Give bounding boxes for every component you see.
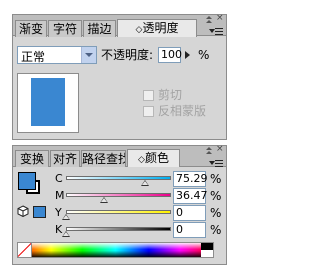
opacity-unit: % bbox=[198, 48, 210, 62]
opacity-label: 不透明度: bbox=[101, 48, 154, 62]
black-swatch[interactable] bbox=[201, 243, 213, 250]
fill-swatch[interactable] bbox=[18, 172, 36, 190]
panel-menu-icon[interactable] bbox=[209, 26, 225, 38]
panel-close-icon[interactable]: × bbox=[216, 145, 224, 154]
object-thumbnail-fill bbox=[31, 78, 65, 126]
channel-unit: % bbox=[210, 206, 222, 220]
blend-mode-value: 正常 bbox=[21, 50, 46, 64]
diamond-icon: ◇ bbox=[138, 155, 145, 165]
panel-menu-icon[interactable] bbox=[209, 158, 225, 170]
channel-label: M bbox=[55, 189, 65, 202]
tab-gradient[interactable]: 渐变 bbox=[15, 20, 47, 37]
tab-color[interactable]: ◇颜色 bbox=[127, 149, 180, 167]
panel-collapse-icon[interactable] bbox=[206, 147, 213, 154]
white-swatch[interactable] bbox=[201, 250, 213, 257]
tab-character[interactable]: 字符 bbox=[48, 20, 82, 37]
tab-align-label: 对齐 bbox=[52, 152, 77, 166]
tab-transform[interactable]: 变换 bbox=[15, 150, 49, 167]
chevron-down-icon bbox=[81, 47, 96, 63]
slider-thumb[interactable] bbox=[62, 231, 70, 237]
channel-unit: % bbox=[210, 189, 222, 203]
channel-slider[interactable] bbox=[66, 193, 171, 197]
tab-character-label: 字符 bbox=[52, 22, 77, 36]
tab-gradient-label: 渐变 bbox=[18, 22, 43, 36]
tab-stroke-label: 描边 bbox=[87, 22, 112, 36]
blend-mode-select[interactable]: 正常 bbox=[17, 46, 97, 64]
color-swatch-small[interactable] bbox=[33, 206, 46, 218]
tab-transform-label: 变换 bbox=[19, 152, 44, 166]
clip-checkbox[interactable] bbox=[143, 90, 154, 101]
clip-label: 剪切 bbox=[158, 88, 183, 102]
tab-align[interactable]: 对齐 bbox=[50, 150, 80, 167]
opacity-dropdown-button[interactable] bbox=[183, 48, 192, 62]
color-spectrum[interactable] bbox=[17, 242, 214, 258]
invert-mask-checkbox[interactable] bbox=[143, 106, 154, 117]
tab-pathfinder-label: 路径查找 bbox=[82, 152, 126, 166]
channel-value-input[interactable]: 36.47 bbox=[173, 188, 208, 204]
channel-slider[interactable] bbox=[66, 210, 171, 214]
tab-stroke[interactable]: 描边 bbox=[83, 20, 116, 37]
channel-slider[interactable] bbox=[66, 227, 171, 231]
channel-value-input[interactable]: 0 bbox=[173, 205, 206, 221]
channel-label: Y bbox=[55, 206, 62, 219]
channel-label: C bbox=[55, 172, 63, 185]
slider-thumb[interactable] bbox=[62, 214, 70, 220]
tab-transparency-label: 透明度 bbox=[142, 21, 179, 35]
arrow-right-icon bbox=[185, 51, 190, 59]
invert-mask-label: 反相蒙版 bbox=[158, 104, 207, 118]
channel-unit: % bbox=[210, 172, 222, 186]
channel-unit: % bbox=[210, 223, 222, 237]
channel-value-input[interactable]: 0 bbox=[173, 222, 206, 238]
channel-value-input[interactable]: 75.29 bbox=[173, 171, 208, 187]
panel-collapse-icon[interactable] bbox=[206, 16, 213, 23]
none-swatch[interactable] bbox=[18, 243, 32, 257]
cube-icon[interactable] bbox=[17, 205, 29, 218]
slider-thumb[interactable] bbox=[141, 180, 149, 186]
object-thumbnail[interactable] bbox=[17, 73, 79, 133]
tab-color-label: 颜色 bbox=[144, 151, 169, 165]
tab-pathfinder[interactable]: 路径查找 bbox=[81, 150, 126, 167]
panel-close-icon[interactable]: × bbox=[216, 14, 224, 23]
tab-transparency[interactable]: ◇透明度 bbox=[117, 19, 197, 37]
slider-thumb[interactable] bbox=[100, 197, 108, 203]
opacity-input[interactable]: 100 bbox=[158, 47, 182, 63]
channel-slider[interactable] bbox=[66, 176, 171, 180]
